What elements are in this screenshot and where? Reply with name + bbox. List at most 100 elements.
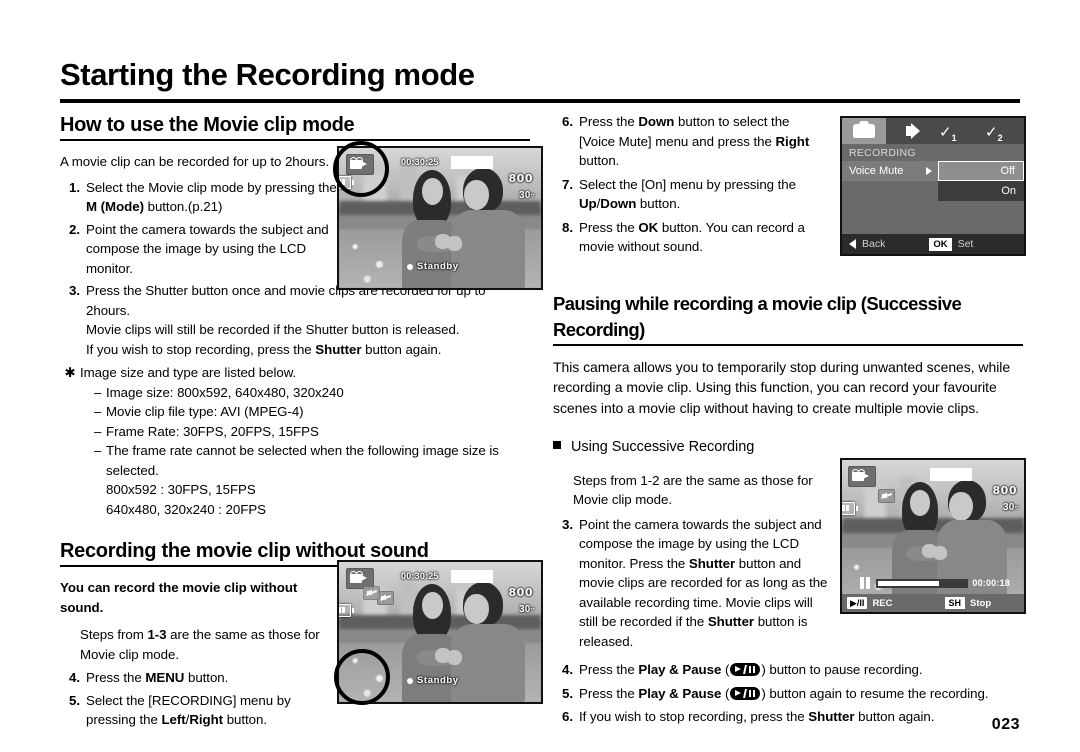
tab-recording[interactable] [842, 118, 886, 144]
progress-bar [876, 578, 969, 588]
standby-indicator: Standby [407, 261, 459, 272]
step-text: If you wish to stop recording, press the… [579, 709, 935, 724]
tab-setup-1[interactable]: ✓1 [926, 118, 972, 144]
list-item: 5. Select the [RECORDING] menu by pressi… [60, 691, 325, 730]
step-number: 6. [562, 709, 573, 724]
step-text: Press the MENU button. [86, 670, 229, 685]
stop-label: Stop [970, 597, 992, 609]
steps-intro: Steps from 1-2 are the same as those for… [573, 472, 813, 508]
steps-intro: Steps from 1-3 are the same as those for… [80, 627, 320, 662]
step-number: 4. [69, 670, 80, 685]
rec-label: REC [872, 597, 893, 609]
section-heading-movie-clip-mode: How to use the Movie clip mode [60, 114, 355, 136]
fps-indicator: 30▿ [518, 604, 535, 615]
step-number: 8. [562, 219, 573, 235]
tab-setup-2[interactable]: ✓2 [972, 118, 1018, 144]
resolution-indicator: 800 [992, 484, 1017, 497]
play-pause-icon [730, 686, 761, 700]
resolution-indicator: 800 [508, 172, 533, 185]
note-block: ✱ Image size and type are listed below. … [60, 363, 530, 519]
elapsed-time: 00:00:18 [972, 578, 1010, 588]
note-item-text: Movie clip file type: AVI (MPEG-4) [106, 404, 304, 419]
movie-clip-intro: A movie clip can be recorded for up to 2… [60, 154, 329, 169]
menu-tab-bar: ✓1 ✓2 [842, 118, 1024, 144]
set-label: Set [957, 238, 974, 250]
play-pause-icon [730, 663, 761, 676]
back-arrow-icon[interactable] [849, 239, 856, 249]
asterisk-icon: ✱ [64, 365, 76, 380]
page-number: 023 [991, 716, 1020, 733]
chevron-right-icon [926, 167, 932, 175]
list-item: 3. Press the Shutter button once and mov… [60, 281, 530, 359]
voice-mute-icon [878, 489, 895, 503]
step-text: Point the camera towards the subject and… [579, 516, 828, 649]
menu-option-off[interactable]: Off [938, 161, 1024, 181]
list-item: 5. Press the Play & Pause () button agai… [553, 684, 1023, 704]
pause-icon [860, 577, 872, 589]
section-heading-rule [60, 139, 530, 141]
voice-mute-icon-overlay [363, 586, 380, 600]
menu-header: RECORDING [849, 147, 916, 159]
wrench-2-icon: ✓2 [985, 124, 1003, 143]
menu-row-label: Voice Mute [849, 165, 904, 177]
manual-page: Starting the Recording mode How to use t… [0, 0, 1080, 752]
step-text: Point the camera towards the subject and… [86, 221, 329, 276]
ok-badge[interactable]: OK [929, 237, 952, 251]
lcd-timecode: 00:30:25 [401, 571, 439, 581]
step-number: 4. [562, 662, 573, 677]
wrench-1-icon: ✓1 [939, 124, 957, 143]
page-title: Starting the Recording mode [60, 57, 475, 92]
step-text: Press the Down button to select the [Voi… [579, 114, 810, 168]
battery-icon [842, 502, 858, 515]
step-number: 1. [69, 179, 80, 195]
menu-option-on[interactable]: On [938, 181, 1024, 201]
step-number: 3. [562, 516, 573, 532]
section-heading-pausing: Pausing while recording a movie clip (Su… [553, 292, 962, 340]
step-text: Press the Play & Pause () button to paus… [579, 662, 923, 677]
step-text: Select the [On] menu by pressing the Up/… [579, 176, 796, 212]
subheading-successive: Using Successive Recording [553, 438, 1023, 458]
list-item: 3. Point the camera towards the subject … [553, 515, 828, 652]
section-heading-rule [553, 343, 1023, 346]
note-item: – Movie clip file type: AVI (MPEG-4) [94, 402, 530, 422]
play-pause-button[interactable]: ▶/II [847, 597, 868, 609]
note-item: – The frame rate cannot be selected when … [94, 441, 530, 480]
movie-clip-icon [848, 466, 876, 487]
note-extra-line: 800x592 : 30FPS, 15FPS [106, 482, 256, 497]
pausing-intro: This camera allows you to temporarily st… [553, 358, 1011, 416]
note-item-text: The frame rate cannot be selected when t… [106, 443, 499, 478]
without-sound-intro: You can record the movie clip without so… [60, 580, 298, 615]
step-number: 3. [69, 283, 80, 298]
step-number: 7. [562, 176, 573, 192]
shutter-badge[interactable]: SH [944, 597, 966, 609]
recording-bar [451, 570, 493, 583]
battery-icon [339, 604, 354, 617]
step-text: Press the Play & Pause () button again t… [579, 685, 989, 701]
note-item-text: Frame Rate: 30FPS, 20FPS, 15FPS [106, 423, 319, 439]
list-item: 2. Point the camera towards the subject … [60, 220, 340, 279]
back-label: Back [862, 238, 886, 250]
list-item: 7. Select the [On] menu by pressing the … [553, 175, 828, 214]
list-item: 4. Press the MENU button. [60, 668, 325, 688]
list-item: 6. If you wish to stop recording, press … [553, 707, 1023, 727]
fps-indicator: 30▿ [518, 190, 535, 201]
list-item: 8. Press the OK button. You can record a… [553, 218, 828, 257]
note-lead: Image size and type are listed below. [80, 365, 297, 380]
step-number: 5. [562, 685, 573, 701]
camera-menu-screenshot: ✓1 ✓2 RECORDING Voice Mute Off On Back O… [840, 116, 1026, 256]
list-item: 4. Press the Play & Pause () button to p… [553, 660, 1023, 680]
note-item-text: Image size: 800x592, 640x480, 320x240 [106, 384, 344, 400]
tab-sound[interactable] [886, 118, 926, 144]
list-item: 6. Press the Down button to select the [… [553, 112, 828, 171]
menu-row-voice-mute[interactable]: Voice Mute [842, 161, 938, 181]
menu-footer: Back OK Set [842, 234, 1024, 254]
recording-bar [930, 468, 972, 481]
step-number: 6. [562, 114, 573, 129]
camera-icon [853, 121, 875, 138]
note-item: – Frame Rate: 30FPS, 20FPS, 15FPS [94, 422, 530, 442]
annotation-circle-movie-icon [333, 141, 389, 197]
standby-indicator: Standby [407, 675, 459, 686]
resolution-indicator: 800 [508, 586, 533, 599]
list-item: 1. Select the Movie clip mode by pressin… [60, 178, 340, 217]
lcd-timecode: 00:30:25 [401, 157, 439, 167]
